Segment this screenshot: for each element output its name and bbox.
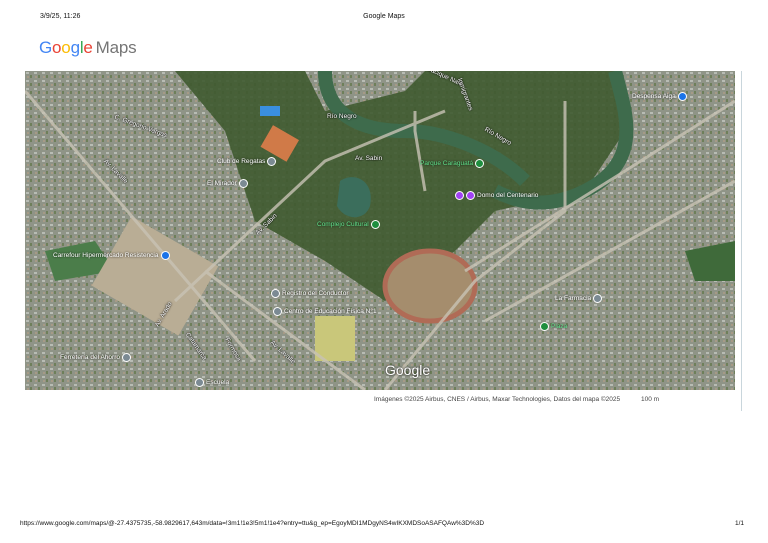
shopping-icon — [160, 251, 170, 260]
street-label: Río Negro — [327, 113, 357, 120]
place-icon — [121, 353, 131, 362]
poi-label: Ferretería del Ahorro — [60, 354, 120, 361]
poi-registro[interactable]: Registro del Conductor — [271, 289, 348, 298]
poi-centro-ed-fisica[interactable]: Centro de Educación Física N°1 — [273, 307, 377, 316]
logo-maps-text: Maps — [95, 38, 137, 57]
poi-ferreteria[interactable]: Ferretería del Ahorro — [60, 353, 131, 362]
museum-icon — [466, 191, 475, 200]
page-divider — [741, 71, 742, 411]
park-icon — [475, 159, 485, 168]
print-title: Google Maps — [363, 13, 405, 20]
poi-label: Club de Regatas — [217, 158, 266, 165]
poi-escuela[interactable]: Escuela — [195, 378, 229, 387]
poi-club-regatas[interactable]: Club de Regatas — [217, 157, 277, 166]
poi-label: Carrefour Hipermercado Resistencia — [53, 252, 159, 259]
poi-label: Escuela — [206, 379, 230, 386]
museum-icon — [455, 191, 464, 200]
satellite-map[interactable]: Río Negro Río Negro Av. Sabin Av. Sabin … — [25, 71, 735, 390]
place-icon — [273, 307, 282, 316]
poi-carrefour[interactable]: Carrefour Hipermercado Resistencia — [53, 251, 170, 260]
poi-el-mirador[interactable]: El Mirador — [207, 179, 248, 188]
poi-label: Parque Caraguatá — [420, 160, 474, 167]
poi-label: Centro de Educación Física N°1 — [284, 308, 377, 315]
place-icon — [271, 289, 280, 298]
google-maps-logo: Google Maps — [39, 38, 137, 57]
place-icon — [195, 378, 204, 387]
scale-bar: 100 m — [641, 396, 660, 403]
poi-despensa-aiga[interactable]: Despensa Aiga — [632, 92, 687, 101]
poi-plaza[interactable]: Plaza — [540, 322, 567, 331]
poi-farmacia[interactable]: La Farmacia — [555, 294, 603, 303]
park-icon — [370, 220, 380, 229]
shopping-icon — [677, 92, 687, 101]
street-label: Av. Sabin — [355, 155, 383, 162]
place-icon — [238, 179, 248, 188]
map-attribution: Imágenes ©2025 Airbus, CNES / Airbus, Ma… — [374, 396, 621, 403]
google-watermark: Google — [385, 362, 431, 378]
page-number: 1/1 — [735, 520, 745, 527]
poi-label: Domo del Centenario — [477, 192, 539, 199]
poi-label: Plaza — [551, 323, 568, 330]
print-url: https://www.google.com/maps/@-27.4375735… — [20, 520, 485, 527]
poi-label: Complejo Cultural — [317, 221, 369, 228]
place-icon — [593, 294, 603, 303]
poi-label: Registro del Conductor — [282, 290, 349, 297]
park-icon — [540, 322, 549, 331]
poi-label: Despensa Aiga — [632, 93, 676, 100]
poi-label: El Mirador — [207, 180, 237, 187]
place-icon — [267, 157, 277, 166]
poi-complejo[interactable]: Complejo Cultural — [317, 220, 380, 229]
poi-label: La Farmacia — [555, 295, 592, 302]
poi-domo[interactable]: Domo del Centenario — [455, 191, 538, 200]
poi-parque[interactable]: Parque Caraguatá — [420, 159, 485, 168]
